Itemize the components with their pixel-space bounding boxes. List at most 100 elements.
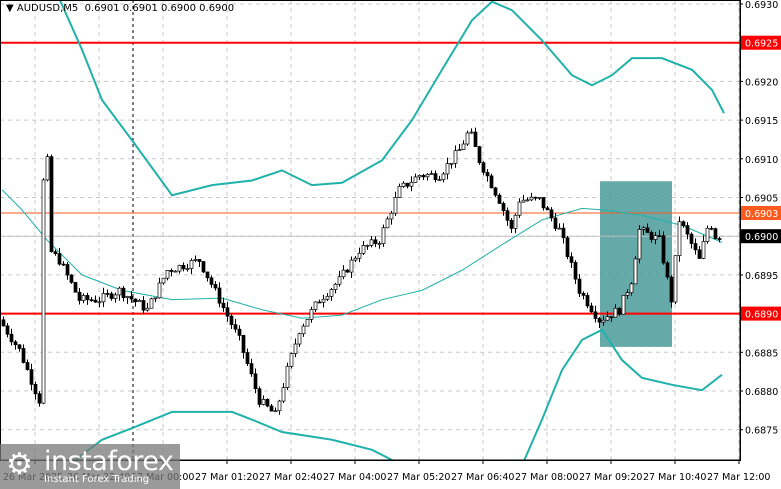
- candle: [441, 172, 446, 183]
- candle-body: [565, 237, 570, 258]
- candle: [437, 175, 442, 182]
- candle-body: [357, 252, 362, 259]
- candle: [337, 270, 342, 287]
- candle-body: [433, 173, 438, 181]
- level-price-tag: 0.6903: [745, 209, 778, 220]
- candle-body: [409, 182, 414, 187]
- candle: [213, 281, 218, 291]
- candle-body: [297, 333, 302, 345]
- candle-body: [653, 235, 658, 240]
- candle: [117, 286, 122, 301]
- candle-body: [137, 300, 142, 303]
- candle: [209, 275, 214, 288]
- candle: [425, 173, 430, 181]
- y-tick-label: 0.6910: [745, 155, 778, 166]
- candle-body: [553, 217, 558, 229]
- candle: [313, 301, 318, 313]
- candle-body: [649, 232, 654, 240]
- candle: [353, 256, 358, 263]
- candle-body: [229, 315, 234, 325]
- candle-body: [249, 363, 254, 375]
- candle-body: [645, 227, 650, 233]
- candle: [377, 241, 382, 249]
- x-tick-label: 27 Mar 02:40: [259, 472, 322, 483]
- candle: [61, 261, 66, 266]
- candle-body: [497, 194, 502, 204]
- candle: [261, 395, 266, 406]
- candle: [301, 323, 306, 337]
- candle: [109, 291, 114, 301]
- candle: [453, 145, 458, 168]
- candle-body: [377, 243, 382, 245]
- candle-body: [469, 131, 474, 134]
- candle: [73, 281, 78, 293]
- candle-body: [513, 214, 518, 229]
- candle-body: [33, 383, 38, 395]
- candle: [361, 241, 366, 256]
- bollinger-lower: [523, 328, 723, 460]
- instaforex-watermark: ⚙ instaforex Instant Forex Trading: [0, 444, 180, 489]
- candle: [345, 268, 350, 273]
- candle-body: [333, 283, 338, 290]
- candle: [101, 287, 106, 308]
- candle-body: [281, 387, 286, 402]
- candle-body: [533, 196, 538, 199]
- candle-body: [265, 399, 270, 407]
- candle: [93, 295, 98, 303]
- candle: [477, 145, 482, 165]
- candle-body: [373, 239, 378, 244]
- candle: [677, 216, 682, 262]
- candle: [689, 232, 694, 249]
- candle-body: [205, 271, 210, 279]
- candle-body: [689, 233, 694, 244]
- candle-body: [465, 132, 470, 145]
- candle: [465, 130, 470, 146]
- candle-body: [277, 400, 282, 412]
- candle-body: [45, 156, 50, 181]
- candle-body: [401, 182, 406, 187]
- candle-body: [145, 307, 150, 311]
- candle-body: [13, 341, 18, 346]
- candle-body: [317, 301, 322, 304]
- candle-body: [685, 225, 690, 235]
- candle: [121, 285, 126, 302]
- candle: [505, 207, 510, 226]
- candle-body: [133, 298, 138, 303]
- candle: [429, 170, 434, 175]
- candle-body: [493, 187, 498, 196]
- x-tick-label: 27 Mar 06:40: [451, 472, 514, 483]
- candle: [365, 244, 370, 250]
- candle: [433, 170, 438, 183]
- price-chart[interactable]: 0.6930 0.6925 0.6920 0.6915 0.6910 0.6905 0.69…: [0, 0, 781, 489]
- candle-body: [573, 262, 578, 280]
- candle-body: [17, 344, 22, 349]
- candle-body: [213, 284, 218, 289]
- candle: [161, 277, 166, 285]
- candle-body: [141, 300, 146, 311]
- candle-body: [25, 362, 30, 370]
- candle: [473, 127, 478, 147]
- ohlc-readout: 0.6901 0.6901 0.6900 0.6900: [84, 3, 235, 14]
- candle: [37, 391, 42, 407]
- candle-body: [197, 259, 202, 262]
- candle: [249, 358, 254, 377]
- candle: [469, 128, 474, 134]
- candle: [133, 298, 138, 307]
- candle-body: [125, 296, 130, 299]
- candle-body: [637, 229, 642, 260]
- candle-body: [389, 212, 394, 220]
- candle-body: [301, 325, 306, 335]
- candle-body: [509, 219, 514, 229]
- x-tick-label: 27 Mar 08:00: [515, 472, 578, 483]
- candle-body: [233, 324, 238, 330]
- candle-body: [569, 256, 574, 263]
- candle: [97, 297, 102, 308]
- candle-body: [549, 209, 554, 219]
- candle-body: [57, 253, 62, 265]
- candle-body: [257, 388, 262, 405]
- candle-body: [489, 175, 494, 189]
- candle: [329, 288, 334, 301]
- candle: [421, 173, 426, 181]
- candle: [193, 255, 198, 263]
- candle-body: [369, 239, 374, 246]
